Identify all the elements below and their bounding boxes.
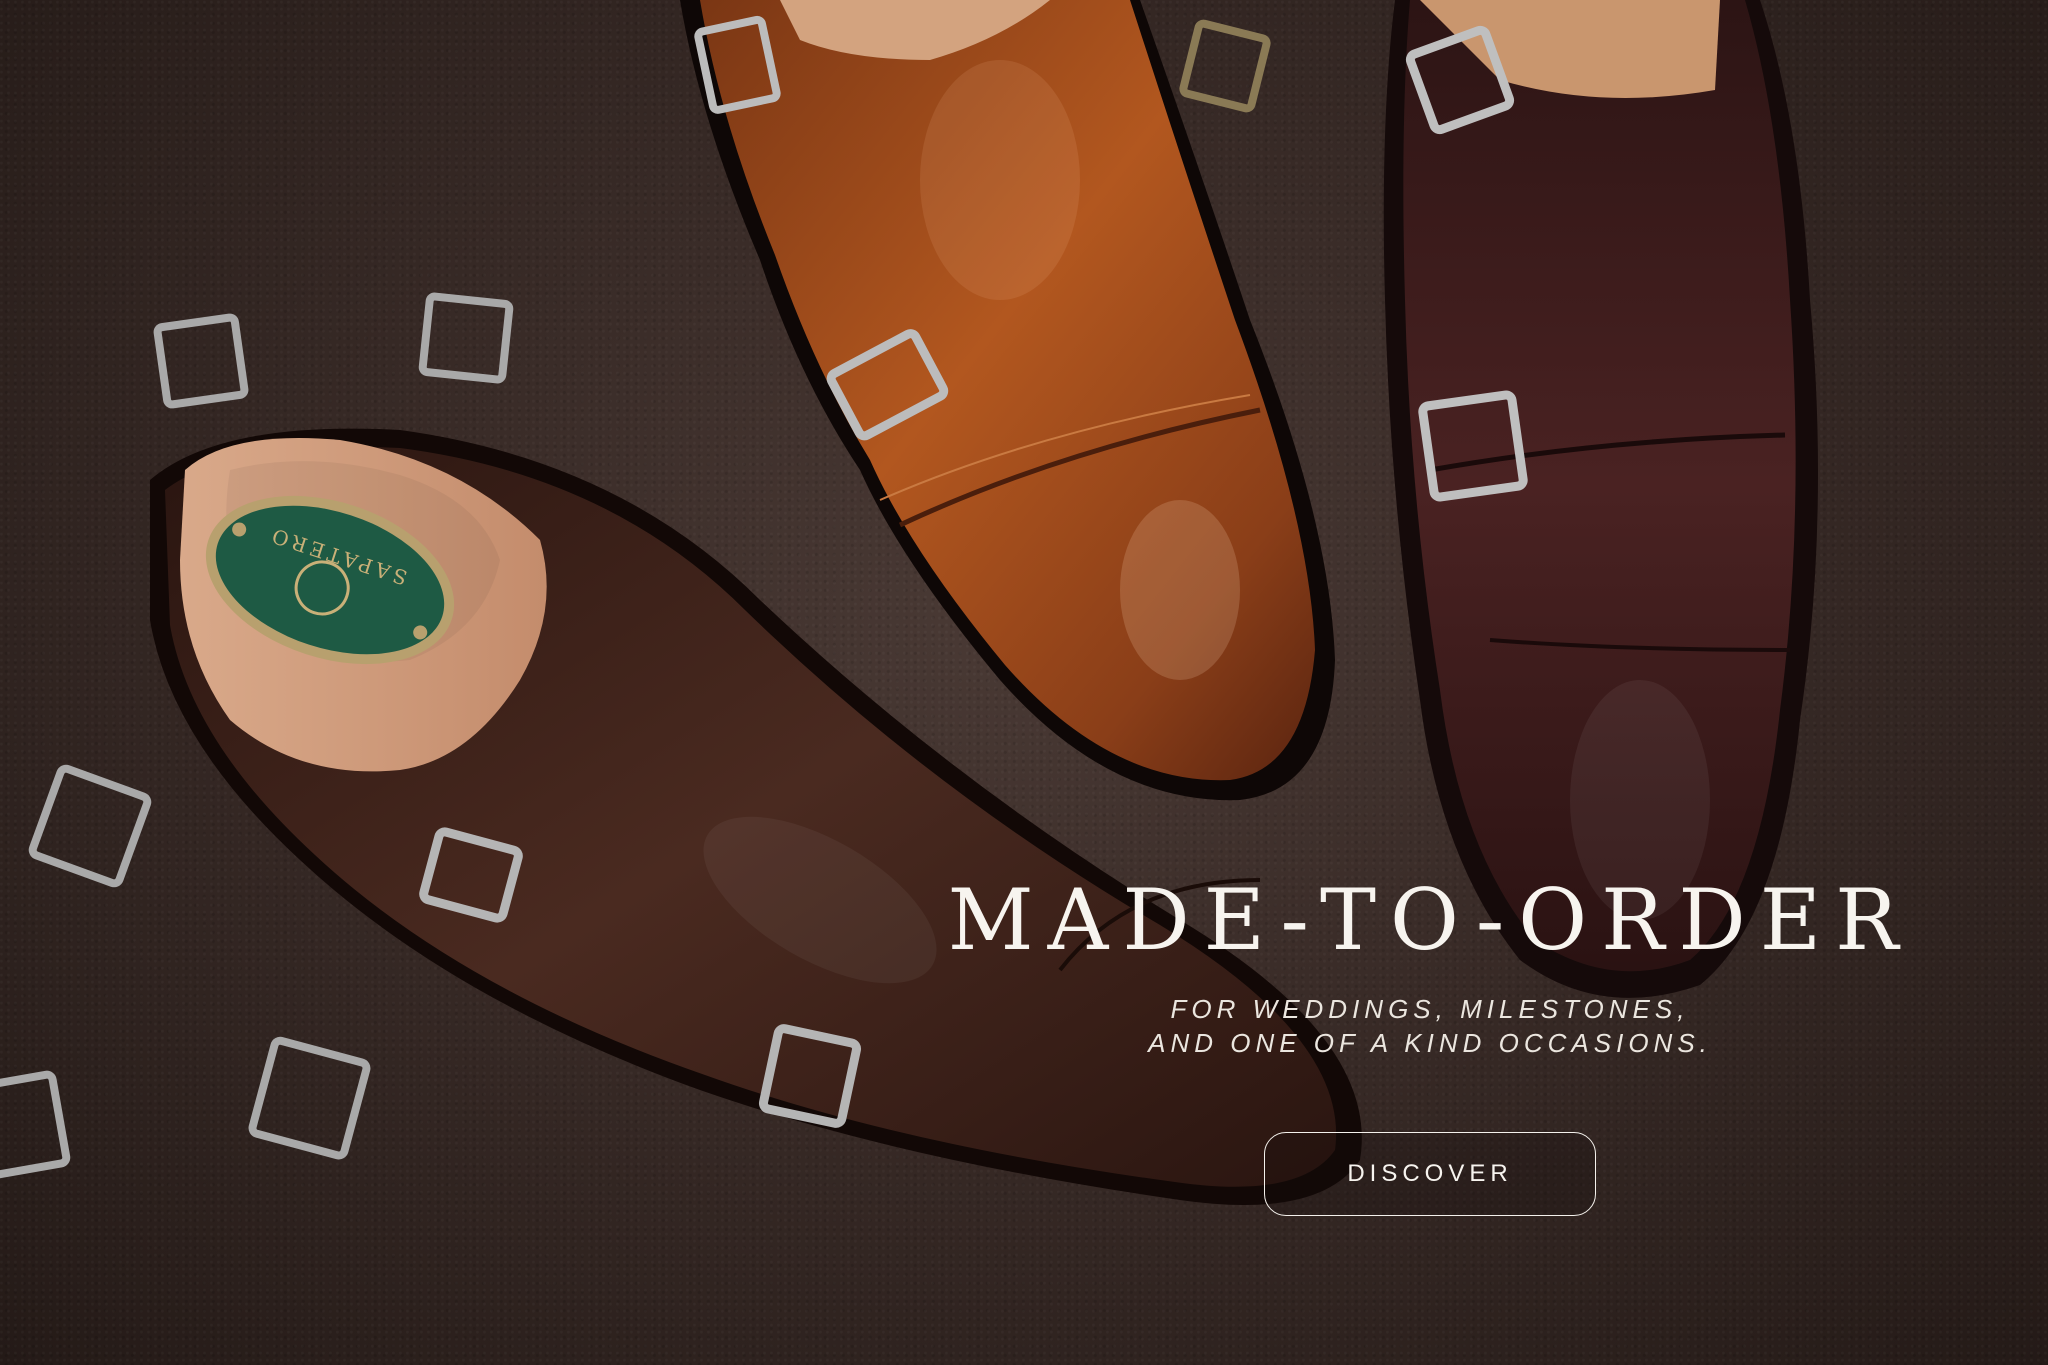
hero-headline: MADE-TO-ORDER — [947, 871, 1913, 969]
buckle-5 — [248, 1036, 371, 1160]
discover-button[interactable]: DISCOVER — [1264, 1132, 1596, 1216]
buckle-3 — [1179, 19, 1271, 113]
buckle-2 — [418, 292, 514, 384]
buckle-1 — [153, 313, 249, 409]
burgundy-monk-shoe — [1383, 0, 1818, 998]
hero-subline-line-2: AND ONE OF A KIND OCCASIONS. — [1148, 1028, 1712, 1058]
hero-subline: FOR WEDDINGS, MILESTONES, AND ONE OF A K… — [930, 992, 1930, 1060]
buckle-4 — [28, 764, 152, 888]
hero-copy: MADE-TO-ORDER FOR WEDDINGS, MILESTONES, … — [930, 870, 1930, 1216]
hero-subline-line-1: FOR WEDDINGS, MILESTONES, — [1170, 994, 1690, 1024]
buckle-6 — [0, 1070, 71, 1180]
hero-banner: SAPATERO MADE-TO-ORDER FOR WEDDINGS, MIL… — [0, 0, 2048, 1365]
